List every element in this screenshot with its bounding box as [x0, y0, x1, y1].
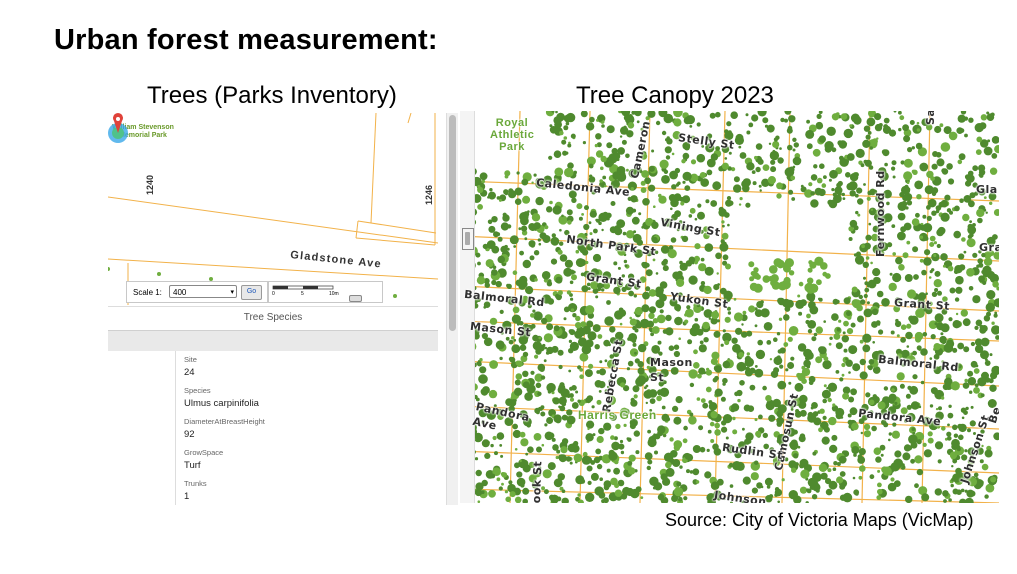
attribute-row: GrowSpace Turf: [184, 448, 223, 471]
slide-title: Urban forest measurement:: [54, 24, 438, 56]
street-label: Gla: [976, 183, 998, 196]
attribute-row: Species Ulmus carpinifolia: [184, 386, 259, 409]
attribute-key: DiameterAtBreastHeight: [184, 417, 265, 426]
scale-toolbar: ⊞ Scale 1: 400 ▾ Go 0 5 10m: [108, 280, 438, 304]
street-number: 1246: [424, 184, 434, 205]
scale-select[interactable]: 400 ▾: [169, 285, 237, 298]
divider: [175, 351, 176, 505]
scale-ruler: 0 5 10m: [268, 281, 383, 303]
attribute-value: Ulmus carpinifolia: [184, 398, 259, 409]
ruler-tick: 10m: [329, 291, 339, 297]
street-label: Gra: [979, 241, 999, 254]
ruler-tick: 5: [301, 291, 304, 297]
street-label: Sa: [924, 111, 937, 125]
vertical-scrollbar[interactable]: [446, 113, 458, 505]
street-number: 1240: [145, 174, 155, 195]
attribute-key: Trunks: [184, 479, 207, 488]
attribute-value: Turf: [184, 460, 201, 471]
attribute-key: GrowSpace: [184, 448, 224, 457]
map-scroll-handle[interactable]: [462, 228, 474, 250]
scrollbar-thumb[interactable]: [449, 115, 456, 331]
ruler-tick: 0: [272, 291, 275, 297]
canopy-map[interactable]: Royal Athletic Park Stelly St Cameron Ca…: [460, 111, 999, 503]
chevron-down-icon: ▾: [230, 289, 234, 296]
inventory-map-lines: [108, 113, 438, 305]
attribute-value: 1: [184, 491, 190, 502]
park-label: Royal Athletic Park: [490, 117, 535, 153]
ruler-graphic: [272, 285, 334, 290]
scale-control: Scale 1: 400 ▾ Go: [126, 281, 268, 303]
tab-tree-species[interactable]: Tree Species: [108, 306, 438, 329]
attribute-list: Site 24 Species Ulmus carpinifolia Diame…: [108, 351, 438, 505]
green-space-label: Harris Green: [578, 408, 657, 422]
attribute-header: [108, 330, 438, 352]
map-pin-icon[interactable]: [108, 113, 128, 143]
street-label: Mason St: [650, 356, 693, 384]
attribute-value: 92: [184, 429, 195, 440]
minimize-button[interactable]: [349, 295, 362, 302]
attribute-key: Site: [184, 355, 197, 364]
street-label: ook St: [530, 460, 545, 503]
street-label: Fernwood Rd: [874, 170, 887, 257]
attribute-value: 24: [184, 367, 195, 378]
inventory-map[interactable]: William Stevenson Memorial Park 1240 124…: [108, 113, 438, 305]
scale-label: Scale 1:: [133, 288, 162, 297]
go-button[interactable]: Go: [241, 285, 262, 300]
attribute-key: Species: [184, 386, 211, 395]
source-caption: Source: City of Victoria Maps (VicMap): [665, 510, 974, 530]
attribute-row: Site 24: [184, 355, 197, 378]
map-scrollbar[interactable]: [460, 111, 475, 503]
scale-value: 400: [173, 288, 187, 297]
attribute-row: Trunks 1: [184, 479, 207, 502]
inventory-subtitle: Trees (Parks Inventory): [147, 82, 397, 109]
parks-inventory-panel: William Stevenson Memorial Park 1240 124…: [108, 113, 458, 505]
canopy-subtitle: Tree Canopy 2023: [576, 82, 774, 109]
attribute-row: DiameterAtBreastHeight 92: [184, 417, 265, 440]
